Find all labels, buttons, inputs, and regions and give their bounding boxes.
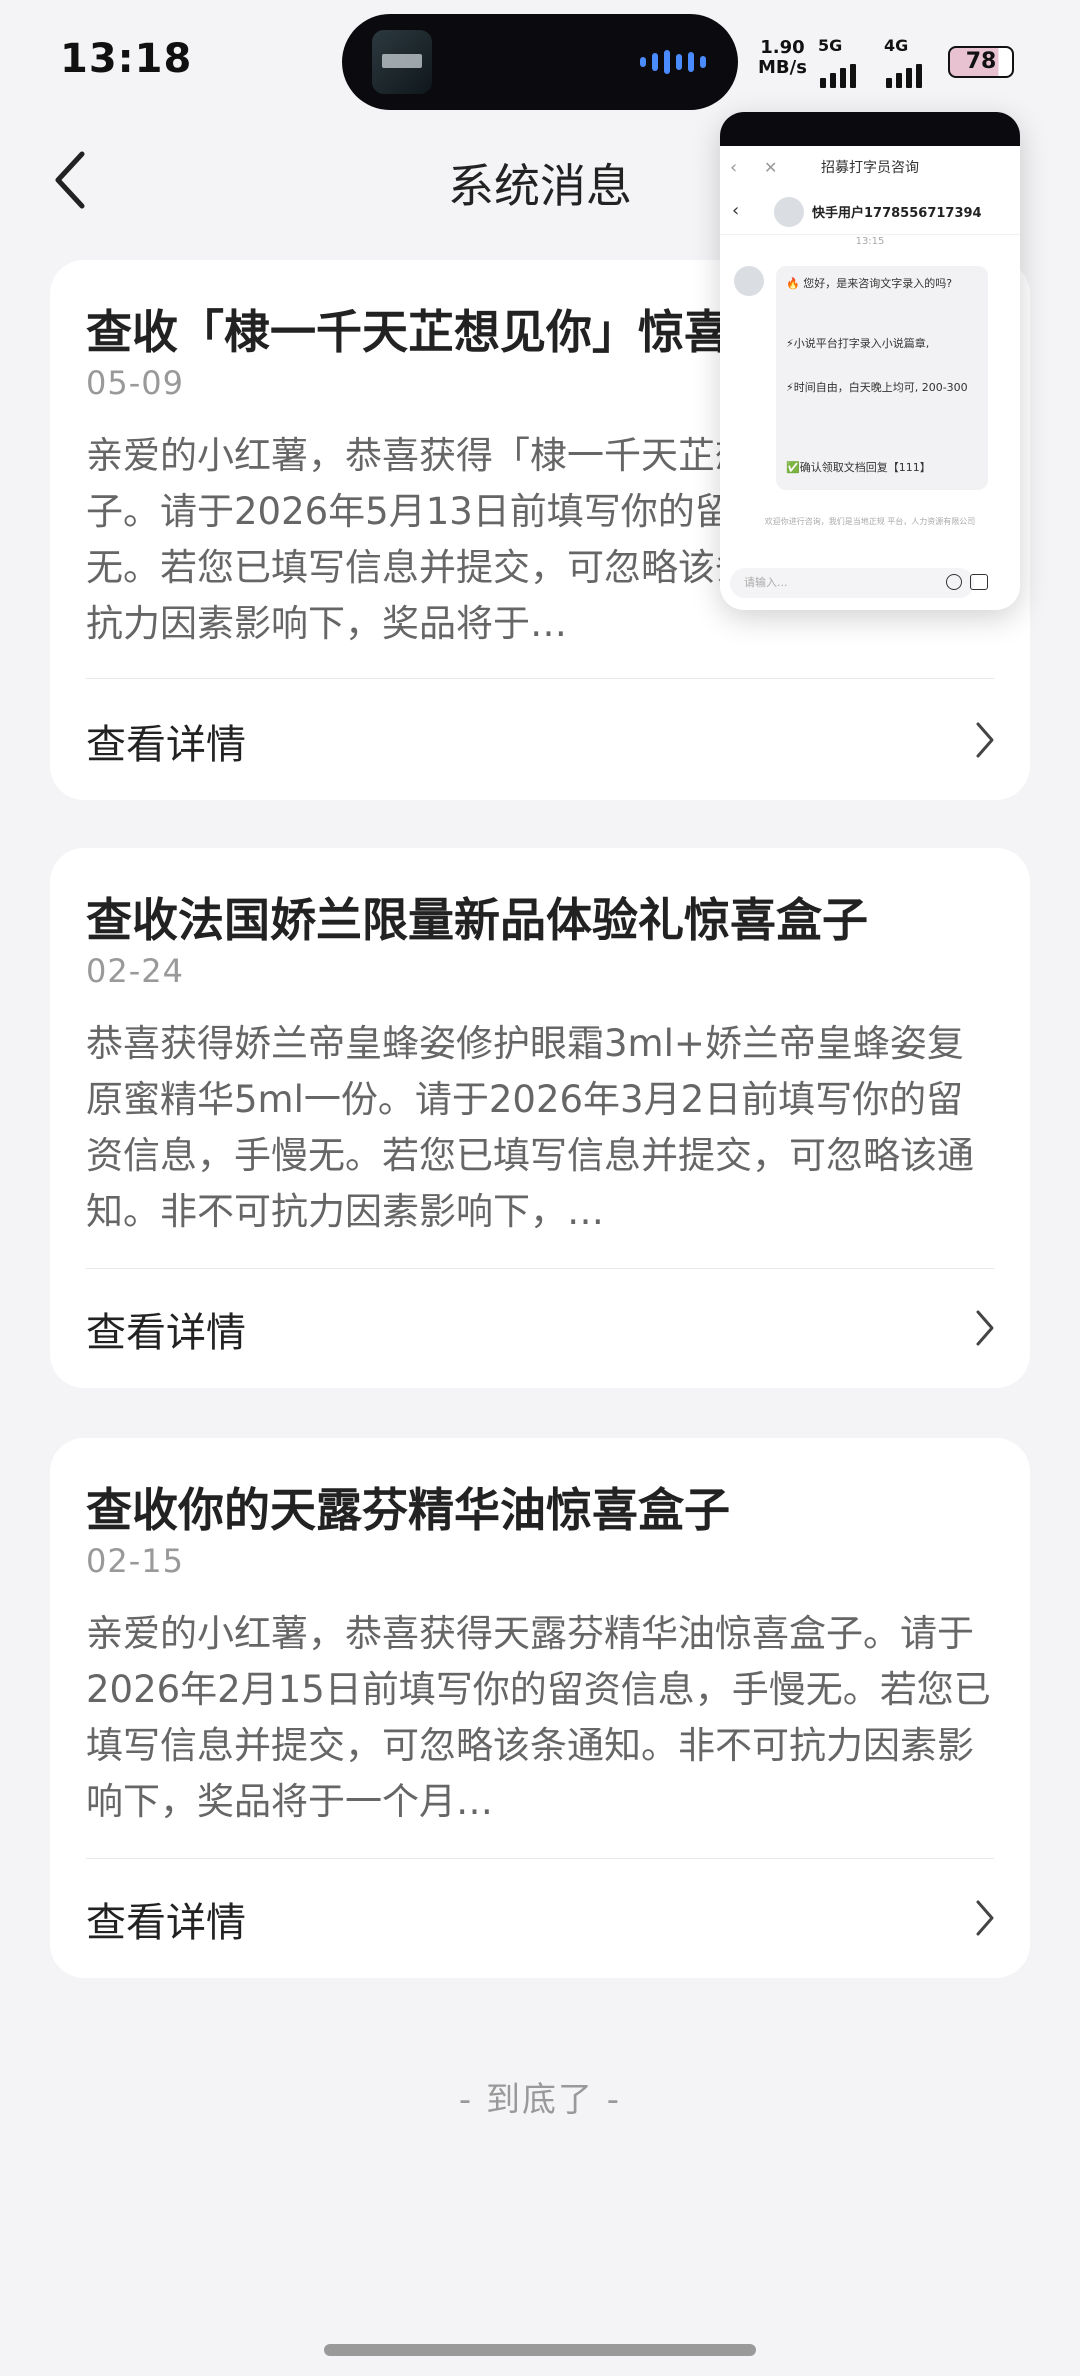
floating-window-handle[interactable] xyxy=(720,112,1020,146)
message-body: 亲爱的小红薯，恭喜获得天露芬精华油惊喜盒子。请于2026年2月15日前填写你的留… xyxy=(86,1612,991,1823)
chevron-right-icon[interactable] xyxy=(974,720,996,760)
close-icon[interactable]: ✕ xyxy=(764,146,777,190)
chat-back-icon[interactable]: ‹ xyxy=(732,200,739,221)
floating-window-nav: ‹ ✕ 招募打字员咨询 xyxy=(720,146,1020,190)
home-indicator[interactable] xyxy=(324,2344,756,2356)
battery-icon: 78 xyxy=(948,46,1014,78)
message-date: 02-15 xyxy=(86,1542,184,1580)
end-of-list-label: - 到底了 - xyxy=(458,2080,622,2120)
chat-line: 🔥 您好，是来咨询文字录入的吗? xyxy=(786,277,953,290)
chat-input[interactable]: 请输入... xyxy=(730,568,974,598)
contact-avatar xyxy=(774,197,804,227)
chevron-right-icon[interactable] xyxy=(974,1898,996,1938)
chat-timestamp: 13:15 xyxy=(855,236,885,247)
message-card[interactable]: 查收法国娇兰限量新品体验礼惊喜盒子 02-24 恭喜获得娇兰帝皇蜂姿修护眼霜3m… xyxy=(50,848,1030,1388)
divider xyxy=(86,1858,994,1859)
view-details-link[interactable]: 查看详情 xyxy=(86,712,246,770)
media-thumbnail xyxy=(372,30,432,94)
chat-header: ‹ 快手用户1778556717394 xyxy=(720,190,1020,235)
message-title: 查收你的天露芬精华油惊喜盒子 xyxy=(86,1483,730,1537)
dynamic-island[interactable] xyxy=(342,14,738,110)
chat-notice: 欢迎你进行咨询，我们是当地正规 平台，人力资源有限公司 xyxy=(764,517,976,526)
contact-name: 快手用户1778556717394 xyxy=(812,206,982,221)
message-date: 05-09 xyxy=(86,364,184,402)
divider xyxy=(86,678,994,679)
chat-line: ✅确认领取文档回复【111】 xyxy=(786,461,931,474)
message-card[interactable]: 查收你的天露芬精华油惊喜盒子 02-15 亲爱的小红薯，恭喜获得天露芬精华油惊喜… xyxy=(50,1438,1030,1978)
network-speed-unit: MB/s xyxy=(758,57,807,78)
chevron-left-icon[interactable]: ‹ xyxy=(730,146,737,190)
status-time: 13:18 xyxy=(60,36,193,82)
chat-bubble: 🔥 您好，是来咨询文字录入的吗? ⚡小说平台打字录入小说篇章, ⚡时间自由，白天… xyxy=(776,266,988,490)
network-speed: 1.90 MB/s xyxy=(758,38,807,78)
view-details-link[interactable]: 查看详情 xyxy=(86,1890,246,1948)
status-bar: 13:18 1.90 MB/s 5G 4G 78 xyxy=(0,0,1080,120)
signal-4g-icon xyxy=(886,58,922,88)
chevron-right-icon[interactable] xyxy=(974,1308,996,1348)
chat-line: ⚡时间自由，白天晚上均可, 200-300 xyxy=(786,381,968,394)
message-body: 恭喜获得娇兰帝皇蜂姿修护眼霜3ml+娇兰帝皇蜂姿复原蜜精华5ml一份。请于202… xyxy=(86,1022,974,1233)
image-icon[interactable] xyxy=(970,574,988,590)
floating-window-title: 招募打字员咨询 xyxy=(821,160,919,176)
divider xyxy=(86,1268,994,1269)
network-4g-label: 4G xyxy=(884,36,909,55)
message-date: 02-24 xyxy=(86,952,184,990)
floating-chat-window[interactable]: ‹ ✕ 招募打字员咨询 ‹ 快手用户1778556717394 13:15 🔥 … xyxy=(720,112,1020,610)
audio-wave-icon xyxy=(640,50,706,74)
sender-avatar xyxy=(734,266,764,296)
message-title: 查收法国娇兰限量新品体验礼惊喜盒子 xyxy=(86,893,868,947)
chat-line: ⚡小说平台打字录入小说篇章, xyxy=(786,337,930,350)
signal-5g-icon xyxy=(820,58,856,88)
network-speed-value: 1.90 xyxy=(760,37,805,58)
emoji-icon[interactable] xyxy=(946,574,962,590)
view-details-link[interactable]: 查看详情 xyxy=(86,1300,246,1358)
network-5g-label: 5G xyxy=(818,36,843,55)
